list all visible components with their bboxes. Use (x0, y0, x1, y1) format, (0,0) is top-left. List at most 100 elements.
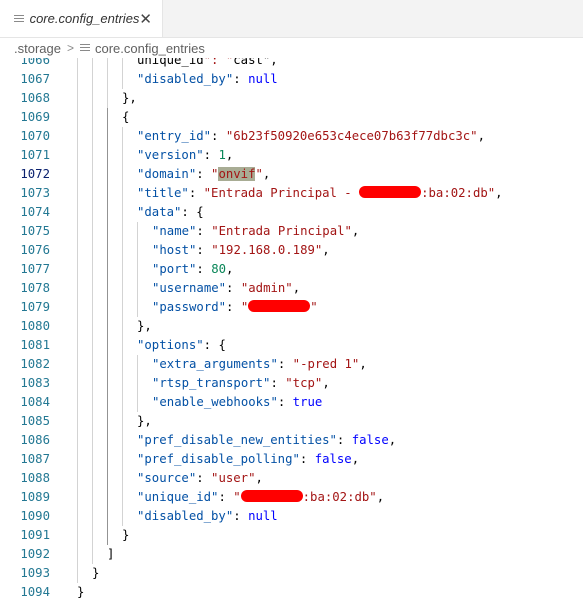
indent-guide (107, 241, 108, 260)
code-text: "domain": "onvif", (137, 167, 271, 181)
code-line[interactable]: 1090 "disabled_by": null (0, 507, 583, 526)
indent-guide (107, 450, 108, 469)
code-text: } (122, 528, 130, 542)
indent-guide (107, 469, 108, 488)
line-number: 1092 (20, 547, 50, 561)
close-icon[interactable]: ✕ (139, 10, 152, 28)
code-line[interactable]: 1085}, (0, 412, 583, 431)
code-line[interactable]: 1073 "title": "Entrada Principal - :ba:02… (0, 184, 583, 203)
breadcrumb-folder[interactable]: .storage (14, 41, 61, 56)
indent-guide (92, 507, 93, 526)
indent-guide (77, 146, 78, 165)
code-line[interactable]: 1094} (0, 583, 583, 602)
indent-guide (122, 165, 123, 184)
line-number: 1088 (20, 471, 50, 485)
indent-guide (77, 298, 78, 317)
line-number: 1068 (20, 91, 50, 105)
indent-guide (122, 336, 123, 355)
line-number: 1076 (20, 243, 50, 257)
line-number: 1066 (20, 58, 50, 67)
code-line[interactable]: 1092] (0, 545, 583, 564)
code-line[interactable]: 1066 unique_id": "cast", (0, 58, 583, 70)
indent-guide (107, 58, 108, 70)
code-line[interactable]: 1089 "unique_id": ":ba:02:db", (0, 488, 583, 507)
indent-guide (107, 488, 108, 507)
code-line[interactable]: 1077 "port": 80, (0, 260, 583, 279)
code-line[interactable]: 1082 "extra_arguments": "-pred 1", (0, 355, 583, 374)
indent-guide (122, 507, 123, 526)
code-line[interactable]: 1083 "rtsp_transport": "tcp", (0, 374, 583, 393)
line-number: 1072 (20, 167, 50, 181)
indent-guide (122, 298, 123, 317)
indent-guide (77, 184, 78, 203)
redaction-mark (248, 300, 311, 312)
indent-guide (92, 58, 93, 70)
line-number: 1085 (20, 414, 50, 428)
line-number: 1093 (20, 566, 50, 580)
indent-guide (107, 393, 108, 412)
code-line[interactable]: 1081 "options": { (0, 336, 583, 355)
indent-guide (107, 298, 108, 317)
indent-guide (77, 58, 78, 70)
code-line[interactable]: 1080}, (0, 317, 583, 336)
indent-guide (137, 241, 138, 260)
indent-guide (107, 222, 108, 241)
code-text: } (92, 566, 100, 580)
indent-guide (92, 336, 93, 355)
indent-guide (137, 355, 138, 374)
indent-guide (77, 222, 78, 241)
code-text: "title": "Entrada Principal - :ba:02:db"… (137, 186, 503, 200)
indent-guide (92, 146, 93, 165)
indent-guide (77, 488, 78, 507)
line-number: 1069 (20, 110, 50, 124)
indent-guide (137, 393, 138, 412)
indent-guide (92, 450, 93, 469)
breadcrumb-file[interactable]: core.config_entries (95, 41, 205, 56)
code-text: }, (122, 91, 137, 105)
indent-guide (77, 374, 78, 393)
line-number: 1082 (20, 357, 50, 371)
code-text: "extra_arguments": "-pred 1", (152, 357, 367, 371)
indent-guide (92, 545, 93, 564)
indent-guide (77, 450, 78, 469)
indent-guide (77, 317, 78, 336)
indent-guide (107, 146, 108, 165)
indent-guide (92, 203, 93, 222)
code-line[interactable]: 1072 "domain": "onvif", (0, 165, 583, 184)
file-lines-icon (14, 14, 24, 24)
code-line[interactable]: 1070 "entry_id": "6b23f50920e653c4ece07b6… (0, 127, 583, 146)
line-number: 1084 (20, 395, 50, 409)
indent-guide (107, 336, 108, 355)
indent-guide (122, 184, 123, 203)
tab-core-config-entries[interactable]: core.config_entries ✕ (0, 0, 163, 37)
code-line[interactable]: 1091} (0, 526, 583, 545)
indent-guide (77, 70, 78, 89)
code-line[interactable]: 1079 "password": " " (0, 298, 583, 317)
line-number: 1086 (20, 433, 50, 447)
indent-guide (92, 127, 93, 146)
code-line[interactable]: 1071 "version": 1, (0, 146, 583, 165)
indent-guide (107, 70, 108, 89)
code-line[interactable]: 1086 "pref_disable_new_entities": false, (0, 431, 583, 450)
code-line[interactable]: 1068}, (0, 89, 583, 108)
code-line[interactable]: 1075 "name": "Entrada Principal", (0, 222, 583, 241)
indent-guide (122, 146, 123, 165)
code-line[interactable]: 1067 "disabled_by": null (0, 70, 583, 89)
indent-guide (122, 260, 123, 279)
code-line[interactable]: 1093} (0, 564, 583, 583)
search-match-highlight: onvif (218, 167, 256, 181)
code-line[interactable]: 1087 "pref_disable_polling": false, (0, 450, 583, 469)
indent-guide (122, 127, 123, 146)
line-number: 1078 (20, 281, 50, 295)
code-line[interactable]: 1078 "username": "admin", (0, 279, 583, 298)
code-line[interactable]: 1076 "host": "192.168.0.189", (0, 241, 583, 260)
code-line[interactable]: 1088 "source": "user", (0, 469, 583, 488)
indent-guide (122, 279, 123, 298)
code-line[interactable]: 1074 "data": { (0, 203, 583, 222)
indent-guide (122, 374, 123, 393)
line-number: 1090 (20, 509, 50, 523)
code-text: "enable_webhooks": true (152, 395, 323, 409)
code-line[interactable]: 1069 { (0, 108, 583, 127)
code-line[interactable]: 1084 "enable_webhooks": true (0, 393, 583, 412)
code-editor[interactable]: 1066 unique_id": "cast", 1067 "disabled_by"… (0, 58, 583, 612)
